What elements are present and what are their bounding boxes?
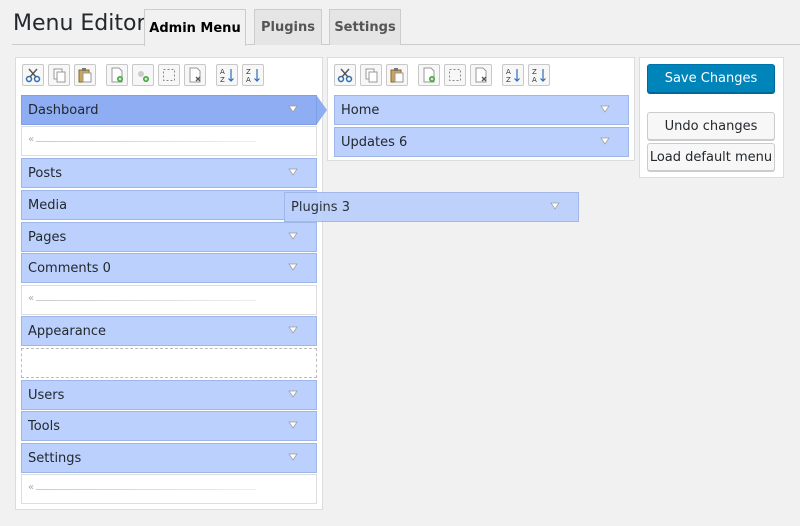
- menu-item-label: Updates 6: [341, 134, 408, 150]
- dragging-menu-item-plugins[interactable]: Plugins 3: [284, 192, 579, 222]
- menu-item-dashboard[interactable]: Dashboard: [21, 95, 317, 125]
- page-title: Menu Editor: [13, 11, 146, 36]
- menu-item-label: Media: [28, 197, 68, 213]
- new-submenu-icon[interactable]: [132, 64, 154, 86]
- dropdown-arrow-icon[interactable]: [600, 136, 610, 146]
- sort-descending-icon[interactable]: ZA: [528, 64, 550, 86]
- sort-descending-icon[interactable]: ZA: [242, 64, 264, 86]
- delete-icon[interactable]: [470, 64, 492, 86]
- dropdown-arrow-icon[interactable]: [288, 420, 298, 430]
- delete-icon[interactable]: [184, 64, 206, 86]
- dropdown-arrow-icon[interactable]: [288, 325, 298, 335]
- save-changes-button[interactable]: Save Changes: [647, 64, 775, 93]
- svg-text:Z: Z: [220, 76, 225, 83]
- dropdown-arrow-icon[interactable]: [288, 452, 298, 462]
- drop-placeholder: [21, 348, 317, 378]
- tabs-divider: [12, 44, 800, 45]
- separator-knob-icon: «: [28, 482, 35, 493]
- new-separator-icon[interactable]: [444, 64, 466, 86]
- dropdown-arrow-icon[interactable]: [600, 104, 610, 114]
- submenu-item-updates[interactable]: Updates 6: [334, 127, 629, 157]
- menu-item-label: Comments 0: [28, 260, 111, 276]
- separator-item[interactable]: «: [21, 285, 317, 315]
- separator-knob-icon: «: [28, 134, 35, 145]
- svg-text:A: A: [246, 76, 251, 83]
- cut-icon[interactable]: [22, 64, 44, 86]
- cut-icon[interactable]: [334, 64, 356, 86]
- sort-ascending-icon[interactable]: AZ: [216, 64, 238, 86]
- copy-icon[interactable]: [48, 64, 70, 86]
- dropdown-arrow-icon[interactable]: [288, 389, 298, 399]
- menu-item-media[interactable]: Media: [21, 190, 317, 220]
- dropdown-arrow-icon[interactable]: [288, 104, 298, 114]
- tab-settings[interactable]: Settings: [329, 9, 401, 45]
- new-separator-icon[interactable]: [158, 64, 180, 86]
- svg-text:A: A: [220, 68, 225, 76]
- separator-item[interactable]: «: [21, 474, 317, 504]
- svg-text:A: A: [532, 76, 537, 83]
- svg-text:Z: Z: [506, 76, 511, 83]
- menu-item-comments[interactable]: Comments 0: [21, 253, 317, 283]
- submenu-toolbar: AZ ZA: [334, 64, 554, 90]
- menu-item-label: Appearance: [28, 323, 107, 339]
- sort-ascending-icon[interactable]: AZ: [502, 64, 524, 86]
- svg-text:A: A: [506, 68, 511, 76]
- dropdown-arrow-icon[interactable]: [288, 262, 298, 272]
- tab-plugins[interactable]: Plugins: [254, 9, 322, 45]
- selected-item-pointer: [317, 96, 327, 124]
- paste-icon[interactable]: [74, 64, 96, 86]
- menu-item-label: Settings: [28, 450, 82, 466]
- separator-item[interactable]: «: [21, 126, 317, 156]
- menu-item-label: Plugins 3: [291, 199, 350, 215]
- svg-text:Z: Z: [246, 68, 251, 76]
- menu-item-posts[interactable]: Posts: [21, 158, 317, 188]
- dropdown-arrow-icon[interactable]: [288, 231, 298, 241]
- tab-admin-menu[interactable]: Admin Menu: [144, 9, 246, 46]
- menu-item-users[interactable]: Users: [21, 380, 317, 410]
- paste-icon[interactable]: [386, 64, 408, 86]
- menu-item-label: Posts: [28, 165, 62, 181]
- svg-text:Z: Z: [532, 68, 537, 76]
- menu-item-label: Users: [28, 387, 65, 403]
- dropdown-arrow-icon[interactable]: [550, 201, 560, 211]
- new-item-icon[interactable]: [106, 64, 128, 86]
- copy-icon[interactable]: [360, 64, 382, 86]
- menu-item-appearance[interactable]: Appearance: [21, 316, 317, 346]
- menu-item-settings[interactable]: Settings: [21, 443, 317, 473]
- menu-item-label: Home: [341, 102, 380, 118]
- menu-item-label: Tools: [28, 418, 61, 434]
- dropdown-arrow-icon[interactable]: [288, 167, 298, 177]
- load-default-menu-button[interactable]: Load default menu: [647, 143, 775, 171]
- menu-item-pages[interactable]: Pages: [21, 222, 317, 252]
- menu-item-label: Pages: [28, 229, 67, 245]
- new-item-icon[interactable]: [418, 64, 440, 86]
- separator-knob-icon: «: [28, 293, 35, 304]
- top-level-toolbar: AZ ZA: [22, 64, 268, 90]
- menu-item-label: Dashboard: [28, 102, 99, 118]
- submenu-item-home[interactable]: Home: [334, 95, 629, 125]
- menu-item-tools[interactable]: Tools: [21, 411, 317, 441]
- undo-changes-button[interactable]: Undo changes: [647, 112, 775, 140]
